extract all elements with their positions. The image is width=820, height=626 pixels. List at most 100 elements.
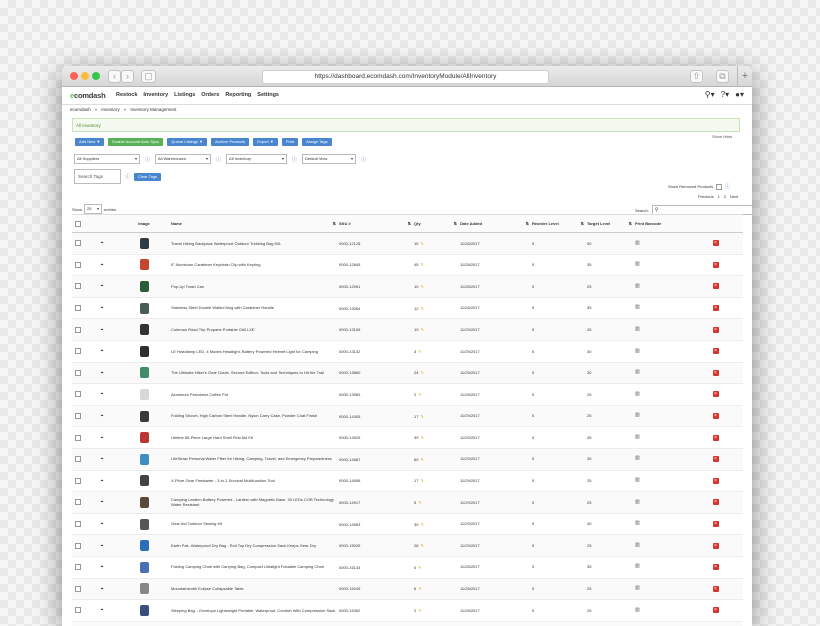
assign-tags-button[interactable]: Assign Tags: [302, 138, 332, 146]
product-thumbnail[interactable]: [139, 453, 149, 465]
pencil-icon[interactable]: ✎: [420, 370, 423, 375]
nav-reporting[interactable]: Reporting: [225, 92, 251, 98]
product-name[interactable]: Mountainsmith Eclipse Collapsable Table: [168, 579, 336, 600]
product-name[interactable]: Pop-Up Trash Can: [168, 276, 336, 297]
binoculars-icon[interactable]: ⌖: [101, 499, 104, 505]
product-name[interactable]: Sleeping Bag – Envelope Lightweight Port…: [168, 600, 336, 621]
info-icon[interactable]: ⓘ: [725, 183, 730, 190]
col-name[interactable]: Name ⇅: [168, 215, 336, 232]
delete-icon[interactable]: ×: [712, 542, 719, 549]
table-row[interactable]: ⌖ Folding Shovel, High Carbon Steel Hand…: [72, 405, 743, 428]
product-thumbnail[interactable]: [139, 324, 149, 336]
table-row[interactable]: ⌖ Mountainsmith Eclipse Collapsable Tabl…: [72, 578, 743, 601]
barcode-icon[interactable]: ▥: [635, 607, 640, 614]
pencil-icon[interactable]: ✎: [420, 478, 423, 483]
row-checkbox[interactable]: [75, 369, 81, 376]
product-name[interactable]: Gear Aid Outdoor Sewing Kit: [168, 514, 336, 535]
info-icon[interactable]: ⓘ: [292, 156, 297, 163]
product-thumbnail[interactable]: [139, 280, 149, 292]
show-removed-checkbox[interactable]: [716, 183, 723, 190]
print-button[interactable]: Print: [281, 138, 299, 146]
pencil-icon[interactable]: ✎: [420, 543, 423, 548]
product-name[interactable]: X-Plore Gear Firestarter - 3-in-1 Surviv…: [168, 471, 336, 492]
search-tags-input[interactable]: Search Tags: [74, 169, 121, 184]
table-row[interactable]: ⌖ Travel Hiking Backpack Waterproof Outd…: [72, 233, 743, 255]
row-checkbox[interactable]: [75, 456, 81, 463]
binoculars-icon[interactable]: ⌖: [101, 607, 104, 613]
product-name[interactable]: Folding Shovel, High Carbon Steel Handle…: [168, 406, 336, 427]
queue-listings-button[interactable]: Queue Listings ▼: [167, 138, 207, 146]
barcode-icon[interactable]: ▥: [635, 370, 640, 376]
delete-icon[interactable]: ×: [712, 240, 719, 247]
barcode-icon[interactable]: ▥: [635, 499, 640, 506]
pencil-icon[interactable]: ✎: [418, 565, 421, 570]
product-name[interactable]: Earth Pak -Waterproof Dry Bag - Roll Top…: [168, 535, 336, 556]
table-row[interactable]: ⌖ Gear Aid Outdoor Sewing Kit 0000-14963…: [72, 514, 743, 536]
table-row[interactable]: ⌖ X-Plore Gear Firestarter - 3-in-1 Surv…: [72, 471, 743, 493]
product-name[interactable]: Stainless Steel Double Walled Mug with C…: [168, 298, 336, 319]
product-name[interactable]: Camping Lantern Battery Powered - Lanter…: [168, 492, 336, 513]
table-row[interactable]: ⌖ Queen Airbed Folding Cot with Side Tab…: [72, 621, 743, 626]
row-checkbox[interactable]: [75, 477, 81, 484]
barcode-icon[interactable]: ▥: [635, 413, 640, 419]
binoculars-icon[interactable]: ⌖: [101, 564, 104, 570]
search-icon[interactable]: ⚲▾: [705, 90, 715, 99]
delete-icon[interactable]: ×: [712, 607, 719, 614]
table-row[interactable]: ⌖ The Ultimate Hiker's Gear Guide, Secon…: [72, 362, 743, 385]
row-checkbox[interactable]: [75, 542, 81, 549]
table-row[interactable]: ⌖ Coleman Road Trip Propane Portable Gri…: [72, 319, 743, 341]
product-thumbnail[interactable]: [139, 583, 149, 595]
nav-restock[interactable]: Restock: [116, 92, 137, 98]
pencil-icon[interactable]: ✎: [420, 522, 423, 527]
forward-icon[interactable]: ›: [121, 70, 134, 83]
product-name[interactable]: Folding Camping Chair with Carrying Bag,…: [168, 557, 336, 578]
barcode-icon[interactable]: ▥: [635, 391, 640, 398]
binoculars-icon[interactable]: ⌖: [101, 327, 104, 333]
delete-icon[interactable]: ×: [712, 564, 719, 571]
table-row[interactable]: ⌖ Camping Lantern Battery Powered - Lant…: [72, 492, 743, 514]
close-window-icon[interactable]: [70, 72, 78, 80]
tabs-icon[interactable]: ⧉: [716, 70, 729, 83]
enable-auto-sync-button[interactable]: Enable Account Auto Sync: [108, 138, 164, 146]
product-thumbnail[interactable]: [139, 302, 149, 314]
barcode-icon[interactable]: ▥: [635, 262, 640, 268]
inventory-select[interactable]: All Inventory ▾: [226, 154, 288, 164]
product-name[interactable]: The Ultimate Hiker's Gear Guide, Second …: [168, 363, 336, 384]
product-thumbnail[interactable]: [139, 518, 149, 530]
export-button[interactable]: Export ▼: [253, 138, 278, 146]
product-thumbnail[interactable]: [139, 410, 149, 422]
delete-icon[interactable]: ×: [712, 456, 719, 463]
pencil-icon[interactable]: ✎: [418, 392, 421, 397]
row-checkbox[interactable]: [75, 326, 81, 333]
ecomdash-logo[interactable]: ecomdash: [70, 91, 106, 100]
barcode-icon[interactable]: ▥: [635, 434, 640, 441]
row-checkbox[interactable]: [75, 585, 81, 592]
delete-icon[interactable]: ×: [712, 499, 719, 506]
maximize-window-icon[interactable]: [92, 72, 100, 80]
product-thumbnail[interactable]: [139, 496, 149, 508]
delete-icon[interactable]: ×: [712, 413, 719, 420]
delete-icon[interactable]: ×: [712, 369, 719, 376]
barcode-icon[interactable]: ▥: [635, 586, 640, 592]
breadcrumb-inventory[interactable]: Inventory: [101, 107, 120, 112]
barcode-icon[interactable]: ▥: [635, 542, 640, 549]
row-checkbox[interactable]: [75, 305, 81, 312]
binoculars-icon[interactable]: ⌖: [101, 586, 104, 592]
delete-icon[interactable]: ×: [712, 477, 719, 484]
show-hints-link[interactable]: Show Hints: [712, 134, 732, 139]
row-checkbox[interactable]: [75, 564, 81, 571]
barcode-icon[interactable]: ▥: [635, 456, 640, 462]
product-thumbnail[interactable]: [139, 561, 149, 573]
row-checkbox[interactable]: [75, 283, 81, 290]
product-thumbnail[interactable]: [139, 237, 149, 249]
delete-icon[interactable]: ×: [712, 326, 719, 333]
page-1-link[interactable]: 1: [718, 194, 720, 199]
delete-icon[interactable]: ×: [712, 585, 719, 592]
product-name[interactable]: Travel Hiking Backpack Waterproof Outdoo…: [168, 233, 336, 254]
binoculars-icon[interactable]: ⌖: [101, 305, 104, 311]
row-checkbox[interactable]: [75, 499, 81, 506]
next-page-link[interactable]: Next: [730, 194, 738, 199]
product-name[interactable]: Queen Airbed Folding Cot with Side Table…: [168, 622, 336, 626]
binoculars-icon[interactable]: ⌖: [101, 283, 104, 289]
product-name[interactable]: LE Headlamp LED, 4 Modes Headlight, Batt…: [168, 341, 336, 362]
